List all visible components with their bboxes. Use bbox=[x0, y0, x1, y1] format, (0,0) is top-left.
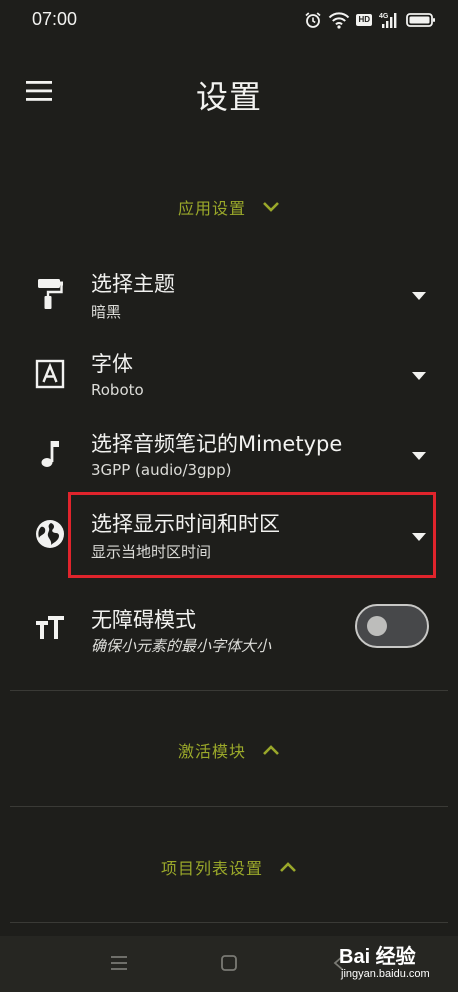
toggle-knob bbox=[367, 616, 387, 636]
setting-audio-mimetype-value: 3GPP (audio/3gpp) bbox=[91, 461, 232, 479]
setting-time-zone-title: 选择显示时间和时区 bbox=[91, 512, 280, 536]
music-note-icon bbox=[30, 434, 70, 474]
section-app-settings-label: 应用设置 bbox=[177, 199, 246, 218]
chevron-up-icon bbox=[279, 861, 297, 873]
divider bbox=[10, 690, 448, 691]
watermark-url: jingyan.baidu.com bbox=[341, 968, 430, 980]
dropdown-caret-icon bbox=[410, 367, 428, 380]
alarm-icon bbox=[304, 11, 322, 29]
status-bar: 07:00 HD 4G bbox=[0, 0, 458, 40]
status-icons: HD 4G bbox=[304, 9, 436, 31]
page-title: 设置 bbox=[195, 78, 262, 116]
divider bbox=[10, 806, 448, 807]
section-project-list-settings[interactable]: 项目列表设置 bbox=[0, 855, 458, 879]
recent-apps-icon[interactable] bbox=[110, 954, 128, 976]
chevron-up-icon bbox=[262, 744, 280, 756]
dropdown-caret-icon bbox=[410, 528, 428, 541]
wifi-icon bbox=[328, 11, 350, 29]
settings-screen: 07:00 HD 4G 设置 应用设置 选择主题 暗黑 字体 Roboto 选择… bbox=[0, 0, 458, 992]
font-a-icon bbox=[30, 354, 70, 394]
globe-icon bbox=[30, 514, 70, 554]
dropdown-caret-icon bbox=[410, 447, 428, 460]
home-icon[interactable] bbox=[220, 954, 238, 976]
setting-theme-title: 选择主题 bbox=[91, 272, 175, 296]
battery-icon bbox=[406, 12, 436, 28]
accessibility-toggle[interactable] bbox=[355, 604, 429, 648]
setting-theme[interactable]: 选择主题 暗黑 bbox=[0, 258, 458, 330]
hd-badge: HD bbox=[356, 14, 372, 26]
setting-accessibility-description: 确保小元素的最小字体大小 bbox=[91, 637, 272, 655]
signal-4g-icon: 4G bbox=[378, 11, 400, 29]
paint-roller-icon bbox=[30, 274, 70, 314]
setting-font-value: Roboto bbox=[91, 381, 144, 399]
setting-audio-mimetype-title: 选择音频笔记的Mimetype bbox=[91, 432, 343, 456]
divider bbox=[10, 922, 448, 923]
setting-accessibility-title: 无障碍模式 bbox=[91, 608, 196, 632]
baidu-watermark: Bai 经验 jingyan.baidu.com bbox=[335, 938, 453, 988]
setting-theme-value: 暗黑 bbox=[91, 303, 122, 321]
chevron-down-icon bbox=[262, 201, 280, 213]
section-activation-modules[interactable]: 激活模块 bbox=[0, 738, 458, 762]
text-size-icon bbox=[30, 608, 70, 648]
section-app-settings[interactable]: 应用设置 bbox=[0, 195, 458, 219]
network-type-label: 4G bbox=[379, 13, 389, 20]
setting-font[interactable]: 字体 Roboto bbox=[0, 338, 458, 410]
section-project-list-settings-label: 项目列表设置 bbox=[160, 859, 263, 878]
setting-time-zone[interactable]: 选择显示时间和时区 显示当地时区时间 bbox=[0, 498, 458, 570]
section-activation-modules-label: 激活模块 bbox=[177, 742, 246, 761]
dropdown-caret-icon bbox=[410, 287, 428, 300]
setting-time-zone-value: 显示当地时区时间 bbox=[91, 543, 212, 561]
setting-font-title: 字体 bbox=[91, 352, 133, 376]
status-time: 07:00 bbox=[32, 9, 78, 29]
watermark-logo: Bai 经验 bbox=[339, 946, 416, 968]
setting-audio-mimetype[interactable]: 选择音频笔记的Mimetype 3GPP (audio/3gpp) bbox=[0, 418, 458, 490]
